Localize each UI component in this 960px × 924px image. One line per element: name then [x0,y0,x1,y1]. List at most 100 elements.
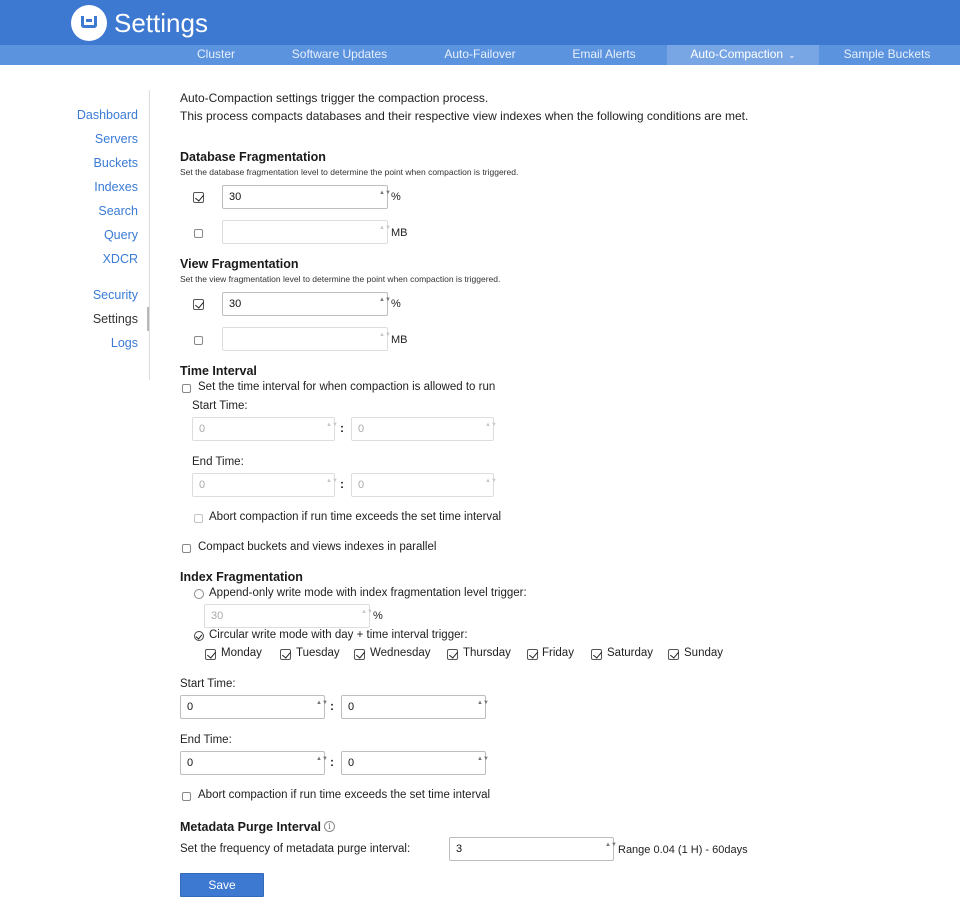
day-thursday-checkbox[interactable] [447,649,458,660]
time-interval-label: Set the time interval for when compactio… [198,381,496,393]
append-only-label: Append-only write mode with index fragme… [209,587,527,599]
index-start-time-label: Start Time: [180,678,236,690]
index-end-minute-input[interactable]: 0 ▲▼ [341,751,489,775]
time-interval-abort-label: Abort compaction if run time exceeds the… [209,511,502,523]
day-tuesday-checkbox[interactable] [280,649,291,660]
view-frag-mb-input[interactable]: ▲▼ [222,327,391,351]
spinner-icon[interactable]: ▲▼ [326,422,338,436]
view-frag-percent-unit: % [391,298,401,310]
day-sunday-label: Sunday [684,647,724,659]
spinner-icon[interactable]: ▲▼ [485,478,497,492]
intro-line-1: Auto-Compaction settings trigger the com… [180,91,489,105]
circular-write-label: Circular write mode with day + time inte… [209,629,468,641]
view-frag-desc: Set the view fragmentation level to dete… [180,274,501,284]
db-frag-percent-checkbox[interactable] [193,192,204,203]
day-wednesday-checkbox[interactable] [354,649,365,660]
view-frag-mb-unit: MB [391,334,408,346]
save-button[interactable]: Save [180,873,264,897]
spinner-icon[interactable]: ▲▼ [605,842,617,856]
day-monday-label: Monday [221,647,262,659]
sidebar-item-logs[interactable]: Logs [111,336,138,350]
day-monday-checkbox[interactable] [205,649,216,660]
time-interval-end-minute[interactable]: 0 ▲▼ [351,473,497,497]
spinner-icon[interactable]: ▲▼ [477,700,489,714]
view-frag-mb-checkbox[interactable] [194,336,203,345]
time-interval-start-minute[interactable]: 0 ▲▼ [351,417,497,441]
spinner-icon[interactable]: ▲▼ [326,478,338,492]
info-icon[interactable]: i [324,821,335,832]
append-only-radio[interactable] [194,589,204,599]
db-frag-mb-unit: MB [391,227,408,239]
app-title: Settings [114,8,208,38]
tab-email-alerts[interactable]: Email Alerts [556,45,652,65]
parallel-compaction-checkbox[interactable] [182,544,191,553]
db-frag-desc: Set the database fragmentation level to … [180,167,519,177]
spinner-icon[interactable]: ▲▼ [477,756,489,770]
sidebar-item-servers[interactable]: Servers [95,132,138,146]
time-interval-start-hour[interactable]: 0 ▲▼ [192,417,338,441]
view-frag-title: View Fragmentation [180,257,299,271]
index-abort-checkbox[interactable] [182,792,191,801]
settings-subnav: Cluster Software Updates Auto-Failover E… [0,45,960,65]
time-interval-checkbox[interactable] [182,384,191,393]
time-separator: : [330,755,334,769]
spinner-icon[interactable]: ▲▼ [316,756,328,770]
db-frag-mb-checkbox[interactable] [194,229,203,238]
spinner-icon[interactable]: ▲▼ [379,190,391,204]
day-thursday-label: Thursday [463,647,511,659]
spinner-icon[interactable]: ▲▼ [485,422,497,436]
day-friday-label: Friday [542,647,574,659]
time-interval-end-hour[interactable]: 0 ▲▼ [192,473,338,497]
sidebar-active-marker [147,307,149,331]
spinner-icon[interactable]: ▲▼ [379,225,391,239]
db-frag-percent-input[interactable]: 30 ▲▼ [222,185,391,209]
circular-write-radio[interactable] [194,631,204,641]
db-frag-title: Database Fragmentation [180,150,326,164]
spinner-icon[interactable]: ▲▼ [361,609,373,623]
sidebar-item-dashboard[interactable]: Dashboard [77,108,138,122]
metadata-purge-input[interactable]: 3 ▲▼ [449,837,617,861]
day-friday-checkbox[interactable] [527,649,538,660]
sidebar-item-search[interactable]: Search [98,204,138,218]
append-only-level-input[interactable]: 30 ▲▼ [204,604,373,628]
sidebar-item-xdcr[interactable]: XDCR [103,252,138,266]
top-header: Settings [0,0,960,45]
time-separator: : [340,421,344,435]
index-start-hour-input[interactable]: 0 ▲▼ [180,695,328,719]
day-sunday-checkbox[interactable] [668,649,679,660]
sidebar-item-buckets[interactable]: Buckets [94,156,138,170]
spinner-icon[interactable]: ▲▼ [379,332,391,346]
time-interval-abort-checkbox[interactable] [194,514,203,523]
metadata-purge-range: Range 0.04 (1 H) - 60days [618,844,748,856]
day-wednesday-label: Wednesday [370,647,431,659]
time-interval-start-label: Start Time: [192,400,248,412]
tab-auto-failover[interactable]: Auto-Failover [425,45,535,65]
tab-software-updates[interactable]: Software Updates [277,45,402,65]
parallel-compaction-label: Compact buckets and views indexes in par… [198,541,437,553]
sidebar-item-settings[interactable]: Settings [93,312,138,326]
sidebar: Dashboard Servers Buckets Indexes Search… [0,90,150,380]
metadata-purge-label: Set the frequency of metadata purge inte… [180,843,411,855]
intro-line-2: This process compacts databases and thei… [180,109,749,123]
day-saturday-checkbox[interactable] [591,649,602,660]
view-frag-percent-checkbox[interactable] [193,299,204,310]
time-interval-title: Time Interval [180,364,257,378]
append-only-unit: % [373,610,383,622]
index-end-hour-input[interactable]: 0 ▲▼ [180,751,328,775]
spinner-icon[interactable]: ▲▼ [379,297,391,311]
tab-cluster[interactable]: Cluster [171,45,261,65]
index-start-minute-input[interactable]: 0 ▲▼ [341,695,489,719]
sidebar-item-query[interactable]: Query [104,228,138,242]
tab-sample-buckets[interactable]: Sample Buckets [831,45,943,65]
index-end-time-label: End Time: [180,734,232,746]
day-saturday-label: Saturday [607,647,654,659]
spinner-icon[interactable]: ▲▼ [316,700,328,714]
sidebar-item-security[interactable]: Security [93,288,138,302]
index-frag-title: Index Fragmentation [180,570,303,584]
tab-auto-compaction[interactable]: Auto-Compaction ⌄ [667,45,819,65]
couchbase-logo-icon[interactable] [71,5,107,41]
view-frag-percent-input[interactable]: 30 ▲▼ [222,292,391,316]
sidebar-item-indexes[interactable]: Indexes [94,180,138,194]
db-frag-mb-input[interactable]: ▲▼ [222,220,391,244]
metadata-purge-title: Metadata Purge Interval [180,820,322,834]
